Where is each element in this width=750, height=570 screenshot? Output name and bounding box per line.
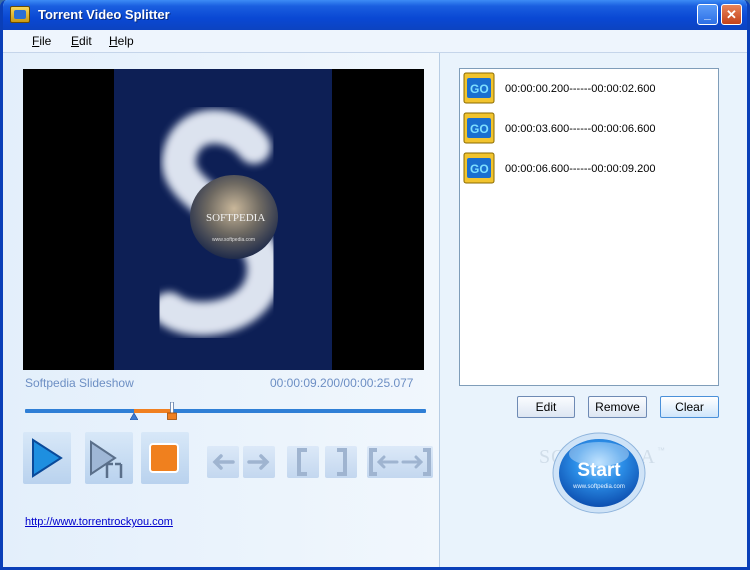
segment-range: 00:00:03.600------00:00:06.600 <box>505 123 656 135</box>
set-end-button[interactable] <box>325 446 357 478</box>
app-window: Torrent Video Splitter _ ✕ File Edit Hel… <box>0 0 750 570</box>
list-item[interactable]: GO 00:00:00.200------00:00:02.600 <box>463 72 713 106</box>
segment-range: 00:00:06.600------00:00:09.200 <box>505 163 656 175</box>
go-clip-icon: GO <box>463 112 495 144</box>
minimize-button[interactable]: _ <box>697 4 718 25</box>
segment-range: 00:00:00.200------00:00:02.600 <box>505 83 656 95</box>
step-forward-button[interactable] <box>243 446 275 478</box>
video-preview[interactable]: SOFTPEDIA www.softpedia.com <box>23 69 424 370</box>
menu-edit[interactable]: Edit <box>71 34 92 48</box>
menu-file[interactable]: File <box>32 34 51 48</box>
edit-button[interactable]: Edit <box>517 396 575 418</box>
list-item[interactable]: GO 00:00:06.600------00:00:09.200 <box>463 152 713 186</box>
window-title: Torrent Video Splitter <box>38 7 170 22</box>
bracket-open-icon <box>297 448 307 476</box>
arrow-right-icon <box>247 454 270 470</box>
play-segment-button[interactable] <box>85 432 133 484</box>
title-bar[interactable]: Torrent Video Splitter _ ✕ <box>3 0 747 30</box>
start-sub-label: www.softpedia.com <box>572 484 625 490</box>
segment-list[interactable]: GO 00:00:00.200------00:00:02.600 GO 00:… <box>459 68 719 386</box>
menu-help[interactable]: Help <box>109 34 134 48</box>
slider-thumb[interactable] <box>167 402 178 420</box>
svg-text:GO: GO <box>470 122 489 136</box>
start-label: Start <box>577 460 621 481</box>
list-item[interactable]: GO 00:00:03.600------00:00:06.600 <box>463 112 713 146</box>
video-frame-image: SOFTPEDIA www.softpedia.com <box>152 109 282 336</box>
play-segment-icon <box>90 440 123 478</box>
start-button[interactable]: Start www.softpedia.com <box>552 432 646 514</box>
play-icon <box>32 438 63 478</box>
bracket-arrows-icon <box>369 448 431 476</box>
clip-name: Softpedia Slideshow <box>25 376 134 390</box>
svg-text:GO: GO <box>470 162 489 176</box>
time-code: 00:00:09.200/00:00:25.077 <box>270 376 414 390</box>
watermark-tm: ™ <box>657 446 665 455</box>
stop-icon <box>149 443 179 473</box>
app-icon <box>10 6 30 23</box>
arrow-left-icon <box>212 454 235 470</box>
set-start-button[interactable] <box>287 446 319 478</box>
timeline-slider[interactable] <box>25 409 426 413</box>
goto-range-button[interactable] <box>367 446 433 478</box>
preview-text: SOFTPEDIA <box>206 212 265 224</box>
video-frame: SOFTPEDIA www.softpedia.com <box>114 69 332 370</box>
website-link[interactable]: http://www.torrentrockyou.com <box>25 516 173 528</box>
go-clip-icon: GO <box>463 72 495 104</box>
svg-text:GO: GO <box>470 82 489 96</box>
stop-button[interactable] <box>141 432 189 484</box>
play-button[interactable] <box>23 432 71 484</box>
bracket-close-icon <box>337 448 347 476</box>
close-button[interactable]: ✕ <box>721 4 742 25</box>
clear-button[interactable]: Clear <box>660 396 719 418</box>
step-back-button[interactable] <box>207 446 239 478</box>
preview-url: www.softpedia.com <box>212 237 255 243</box>
player-toolbar <box>23 432 439 486</box>
go-clip-icon: GO <box>463 152 495 184</box>
range-start-marker[interactable] <box>130 413 139 420</box>
menu-bar: File Edit Help <box>3 30 747 53</box>
remove-button[interactable]: Remove <box>588 396 647 418</box>
